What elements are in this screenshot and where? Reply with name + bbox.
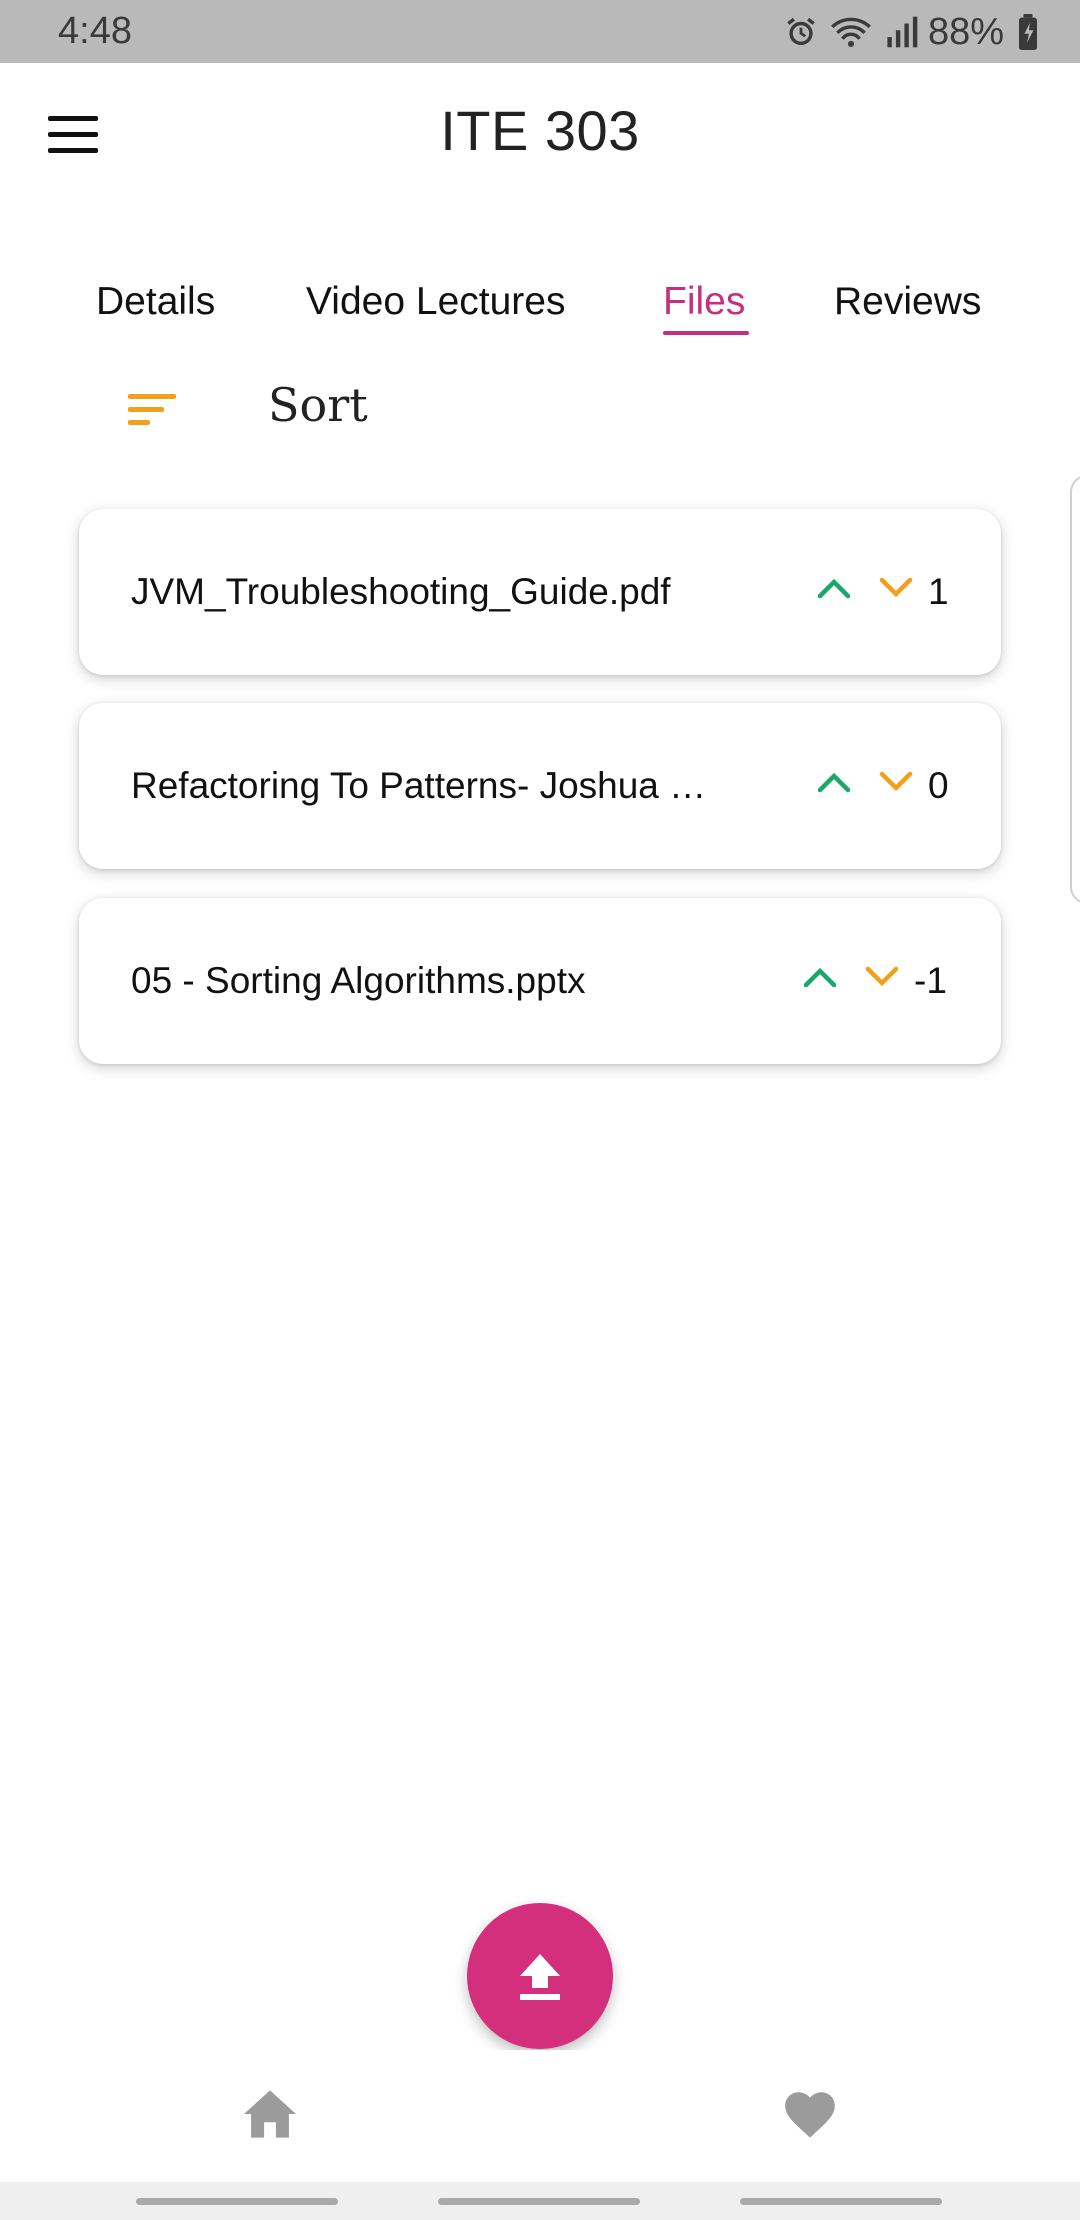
file-card[interactable]: Refactoring To Patterns- Joshua … 0 <box>79 703 1001 869</box>
upload-button[interactable] <box>467 1903 613 2049</box>
tab-indicator <box>663 331 749 335</box>
status-icons: 88% <box>772 8 1040 56</box>
upload-icon <box>520 1954 560 2000</box>
file-card[interactable]: 05 - Sorting Algorithms.pptx -1 <box>79 898 1001 1064</box>
sort-icon[interactable] <box>128 392 178 428</box>
status-time: 4:48 <box>58 10 132 52</box>
file-name: 05 - Sorting Algorithms.pptx <box>131 960 586 1001</box>
downvote-icon[interactable] <box>878 769 914 795</box>
vote-count: -1 <box>914 960 947 1001</box>
recent-apps-button[interactable] <box>136 2198 338 2205</box>
home-button[interactable] <box>438 2198 640 2205</box>
alarm-icon <box>784 15 818 49</box>
file-card[interactable]: JVM_Troubleshooting_Guide.pdf 1 <box>79 509 1001 675</box>
battery-percent: 88% <box>927 10 1004 53</box>
tab-reviews[interactable]: Reviews <box>834 280 981 324</box>
page-title: ITE 303 <box>440 99 640 162</box>
heart-icon <box>785 2092 835 2138</box>
back-button[interactable] <box>740 2198 942 2205</box>
home-icon <box>244 2090 296 2138</box>
upvote-icon[interactable] <box>816 575 852 601</box>
downvote-icon[interactable] <box>878 575 914 601</box>
status-bar: 4:48 88% <box>0 0 1080 63</box>
tab-video-lectures[interactable]: Video Lectures <box>306 280 565 324</box>
wifi-icon <box>830 15 872 49</box>
downvote-icon[interactable] <box>864 964 900 990</box>
vote-count: 1 <box>928 571 949 612</box>
system-nav-bar <box>0 2182 1080 2220</box>
upvote-icon[interactable] <box>816 769 852 795</box>
bottom-nav <box>0 2050 1080 2182</box>
nav-favorites[interactable] <box>770 2074 850 2154</box>
file-name: Refactoring To Patterns- Joshua … <box>131 765 707 806</box>
battery-charging-icon <box>1016 14 1040 50</box>
file-name: JVM_Troubleshooting_Guide.pdf <box>131 571 671 612</box>
sort-label[interactable]: Sort <box>268 378 368 432</box>
upvote-icon[interactable] <box>802 964 838 990</box>
scroll-edge-indicator <box>1070 475 1080 904</box>
signal-icon <box>884 15 918 49</box>
nav-home[interactable] <box>230 2074 310 2154</box>
vote-count: 0 <box>928 765 949 806</box>
tab-files[interactable]: Files <box>663 280 745 324</box>
tab-details[interactable]: Details <box>96 280 215 324</box>
